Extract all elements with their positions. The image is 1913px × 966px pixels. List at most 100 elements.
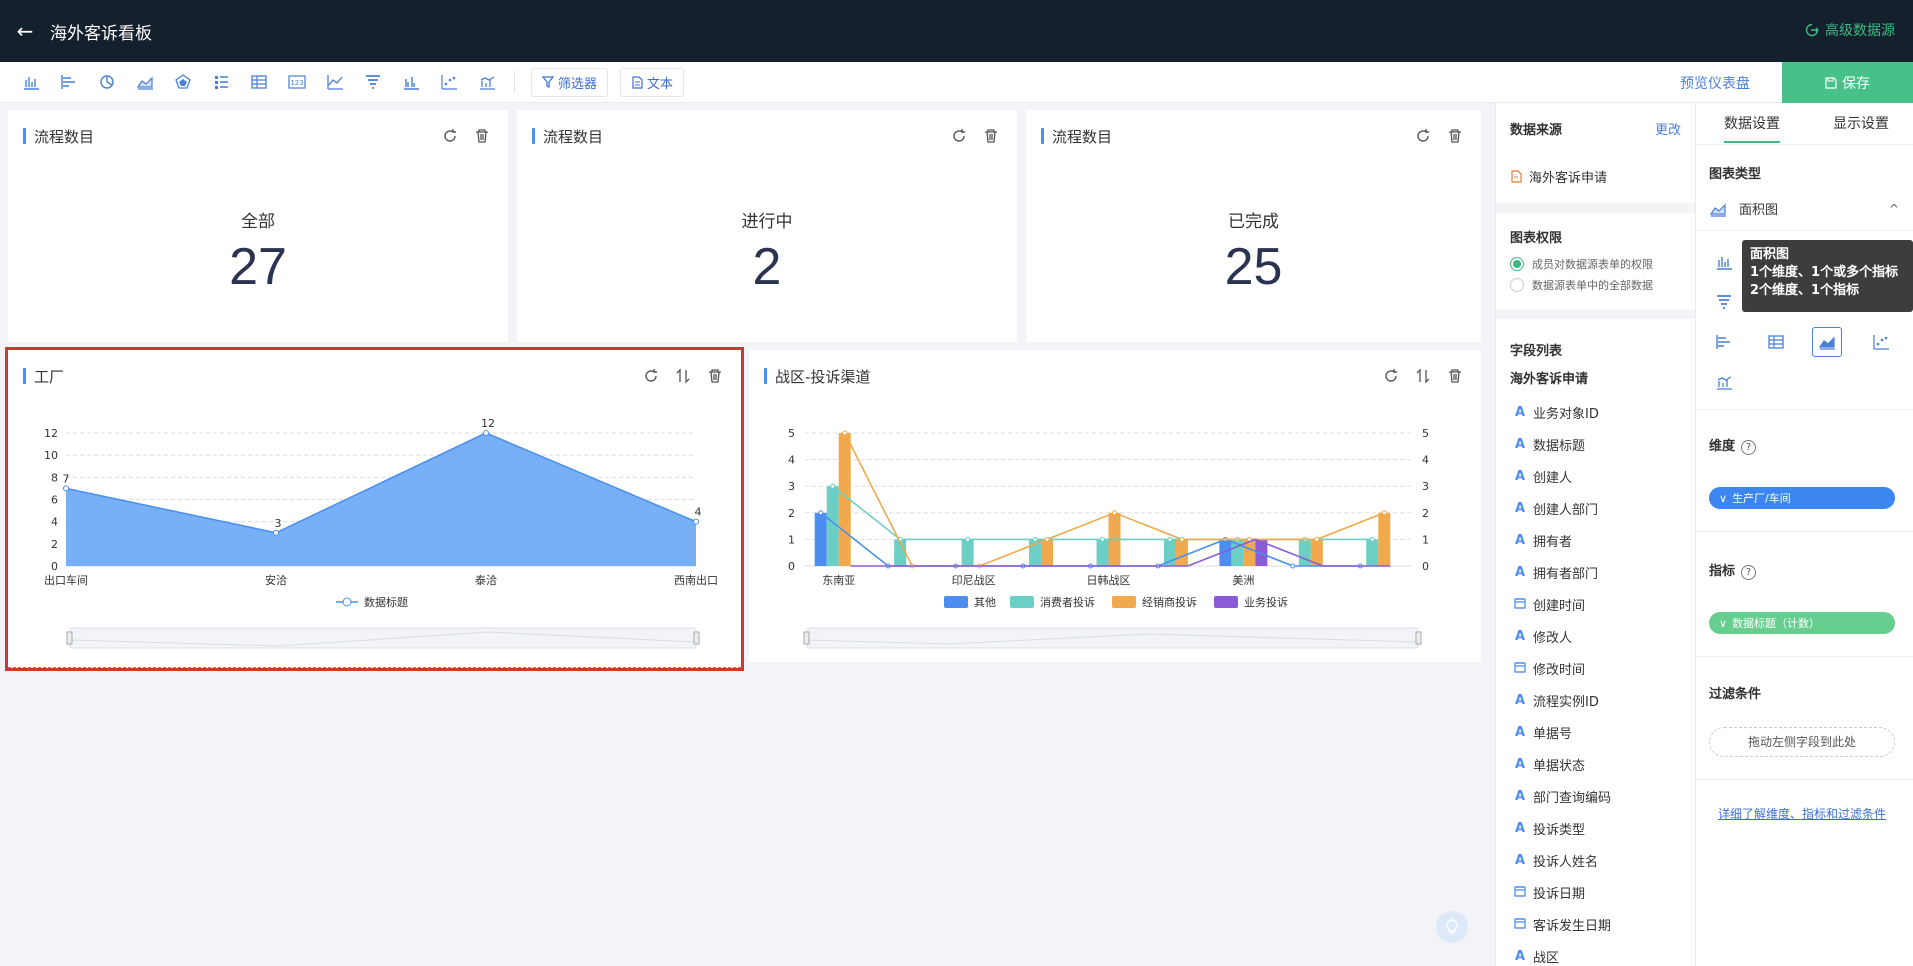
preview-dashboard-link[interactable]: 预览仪表盘 (1680, 73, 1750, 93)
text-field-icon: A (1514, 437, 1526, 452)
card-title: 流程数目 (1041, 126, 1112, 147)
region-chart-card[interactable]: 战区-投诉渠道 0 0 1 1 2 2 3 3 4 4 5 5 东南亚 印尼战区 日韩战区 美洲 其他 消费者投诉… (749, 350, 1481, 662)
factory-chart-card[interactable]: 工厂 0 2 4 6 8 10 12 7 出口车间 3 安洽 12 泰洽 4 西南出口 数据标题 (5, 347, 744, 671)
field-item[interactable]: A 拥有者 (1514, 531, 1572, 550)
measure-pill[interactable]: ∨ 数据标题（计数） (1709, 612, 1895, 634)
advanced-datasource-button[interactable]: 高级数据源 (1805, 20, 1895, 40)
horizontal-bar-icon[interactable] (1709, 327, 1739, 357)
field-item[interactable]: A 创建人 (1514, 467, 1572, 486)
learn-more-link[interactable]: 详细了解维度、指标和过滤条件 (1718, 805, 1886, 822)
slider-handle-right (1415, 631, 1422, 645)
scatter-icon[interactable] (432, 67, 466, 97)
y-tick-label-left: 5 (788, 427, 795, 440)
chart-type-selector[interactable]: 面积图 (1709, 199, 1778, 218)
help-icon[interactable]: ? (1741, 440, 1757, 455)
card-title: 流程数目 (23, 126, 94, 147)
metric-value: 27 (229, 238, 287, 296)
field-item[interactable]: A 单据状态 (1514, 755, 1585, 774)
permission-option-all[interactable]: 数据源表单中的全部数据 (1510, 277, 1653, 293)
lightbulb-icon[interactable] (1436, 911, 1468, 943)
field-item[interactable]: A 拥有者部门 (1514, 563, 1598, 582)
list-chart-icon[interactable] (204, 67, 238, 97)
field-name: 数据标题 (1533, 439, 1586, 454)
trash-icon[interactable] (474, 128, 490, 144)
number-card-icon[interactable]: 123 (280, 67, 314, 97)
trash-icon[interactable] (983, 128, 999, 144)
metric-card-all[interactable]: 流程数目 全部 27 (8, 110, 508, 342)
tab-display-settings[interactable]: 显示设置 (1833, 113, 1889, 133)
bar (961, 539, 974, 566)
data-label: 7 (63, 472, 70, 485)
refresh-icon[interactable] (442, 128, 458, 144)
bar (814, 512, 827, 566)
grouped-bar-icon[interactable] (394, 67, 428, 97)
help-icon[interactable]: ? (1741, 565, 1757, 580)
field-item[interactable]: A 单据号 (1514, 723, 1572, 742)
area-chart-selected-icon[interactable] (1812, 327, 1842, 357)
factory-area-chart: 0 2 4 6 8 10 12 7 出口车间 3 安洽 12 泰洽 4 西南出口数据标题 (44, 417, 718, 649)
metric-value: 2 (752, 238, 782, 296)
line-point (1369, 536, 1375, 542)
slider-handle-left (803, 631, 810, 645)
field-name: 修改时间 (1533, 663, 1586, 678)
change-datasource-link[interactable]: 更改 (1655, 119, 1681, 138)
tab-data-settings[interactable]: 数据设置 (1724, 113, 1780, 143)
filter-dropzone[interactable]: 拖动左侧字段到此处 (1709, 727, 1895, 757)
table-icon[interactable] (242, 67, 276, 97)
metric-card-completed[interactable]: 流程数目 已完成 25 (1026, 110, 1481, 342)
permission-option-member[interactable]: 成员对数据源表单的权限 (1510, 256, 1653, 272)
pie-chart-icon[interactable] (90, 67, 124, 97)
dimension-pill[interactable]: ∨ 生产厂/车间 (1709, 487, 1895, 509)
metric-label: 已完成 (1228, 212, 1279, 232)
filter-button[interactable]: 筛选器 (531, 67, 609, 97)
line-chart-icon[interactable] (318, 67, 352, 97)
field-item[interactable]: A 流程实例ID (1514, 691, 1599, 710)
field-item[interactable]: A 部门查询编码 (1514, 787, 1611, 806)
horizontal-bar-icon[interactable] (52, 67, 86, 97)
field-item[interactable]: A 战区 (1514, 947, 1559, 966)
text-button[interactable]: 文本 (620, 67, 685, 97)
bar-chart-icon[interactable] (14, 67, 48, 97)
line-point (1314, 536, 1320, 542)
svg-text:123: 123 (290, 79, 303, 87)
table-icon[interactable] (1761, 327, 1791, 357)
combo-chart-icon[interactable] (1709, 367, 1739, 397)
funnel-icon[interactable] (356, 67, 390, 97)
field-item[interactable]: 客诉发生日期 (1514, 915, 1611, 934)
y-tick-label: 0 (51, 560, 58, 573)
area-chart-icon[interactable] (128, 67, 162, 97)
field-item[interactable]: 修改时间 (1514, 659, 1585, 678)
field-item[interactable]: A 投诉类型 (1514, 819, 1585, 838)
datasource-item[interactable]: 海外客诉申请 (1510, 167, 1607, 186)
date-field-icon (1514, 885, 1526, 901)
bar (1175, 539, 1188, 566)
trash-icon[interactable] (1447, 128, 1463, 144)
dimension-label: 维度? (1709, 435, 1757, 455)
field-item[interactable]: A 修改人 (1514, 627, 1572, 646)
funnel-icon[interactable] (1709, 287, 1739, 317)
combo-chart-icon[interactable] (470, 67, 504, 97)
scatter-icon[interactable] (1866, 327, 1896, 357)
settings-panel: 数据设置 显示设置 图表类型 面积图 ^ 维度? ∨ 生产厂/车间 指标? ∨ 数据… (1695, 103, 1913, 966)
legend-label: 业务投诉 (1244, 595, 1288, 609)
radar-chart-icon[interactable] (166, 67, 200, 97)
save-button[interactable]: 保存 (1782, 62, 1913, 103)
field-item[interactable]: A 创建人部门 (1514, 499, 1598, 518)
field-item[interactable]: A 数据标题 (1514, 435, 1585, 454)
refresh-icon[interactable] (1415, 128, 1431, 144)
back-arrow-icon[interactable]: ← (0, 19, 50, 43)
bar-chart-icon[interactable] (1709, 247, 1739, 277)
line-point (1381, 510, 1387, 516)
field-item[interactable]: 投诉日期 (1514, 883, 1585, 902)
metric-card-in-progress[interactable]: 流程数目 进行中 2 (517, 110, 1017, 342)
text-field-icon: A (1514, 821, 1526, 836)
field-item[interactable]: 创建时间 (1514, 595, 1585, 614)
refresh-icon[interactable] (951, 128, 967, 144)
bar (1366, 539, 1379, 566)
chevron-up-icon[interactable]: ^ (1889, 202, 1899, 216)
y-tick-label-left: 0 (788, 560, 795, 573)
field-item[interactable]: A 投诉人姓名 (1514, 851, 1598, 870)
line-point (965, 536, 971, 542)
field-item[interactable]: A 业务对象ID (1514, 403, 1599, 422)
legend-marker (342, 597, 352, 607)
